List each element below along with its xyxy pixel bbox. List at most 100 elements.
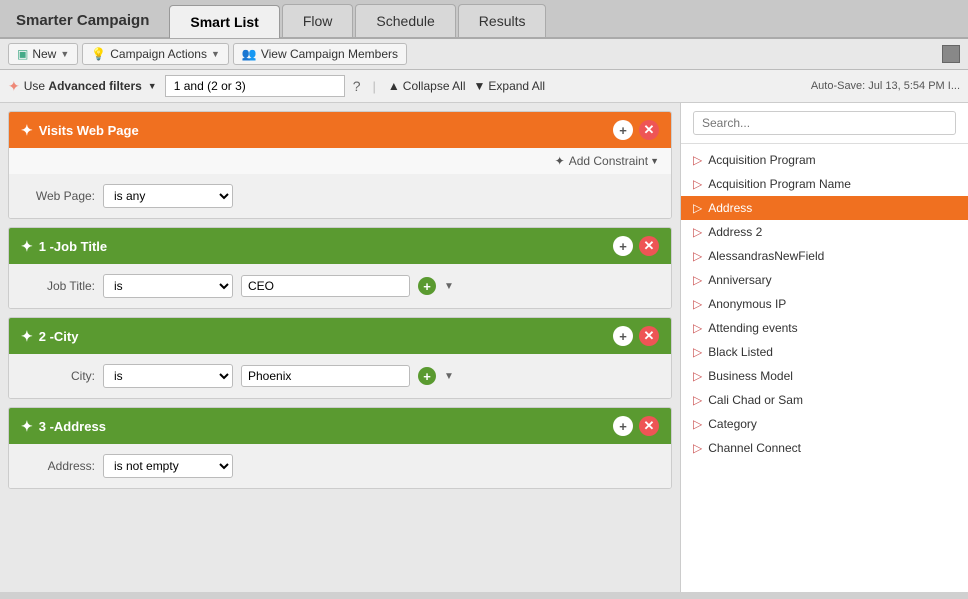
attr-icon: ▷ bbox=[693, 249, 702, 263]
tab-results[interactable]: Results bbox=[458, 4, 547, 37]
advanced-filters-toggle[interactable]: ✦ Use Advanced filters ▼ bbox=[8, 78, 157, 95]
address-title: Address bbox=[54, 419, 106, 434]
left-panel: ✦ Visits Web Page + ✕ ✦ Add Constraint ▼… bbox=[0, 103, 680, 592]
address-operator-select[interactable]: is not empty bbox=[103, 454, 233, 478]
attribute-label: Address bbox=[708, 201, 752, 215]
attribute-label: Acquisition Program Name bbox=[708, 177, 851, 191]
attr-icon: ▷ bbox=[693, 297, 702, 311]
city-body: City: is + ▼ bbox=[9, 354, 671, 398]
attribute-item-channel-connect[interactable]: ▷ Channel Connect bbox=[681, 436, 968, 460]
city-label: City: bbox=[25, 369, 95, 383]
job-title-icon: ✦ bbox=[21, 238, 33, 255]
campaign-actions-button[interactable]: 💡 Campaign Actions ▼ bbox=[82, 43, 229, 65]
attr-icon: ▷ bbox=[693, 321, 702, 335]
new-icon: ▣ bbox=[17, 47, 28, 61]
job-title-row: Job Title: is + ▼ bbox=[25, 274, 655, 298]
attr-icon: ▷ bbox=[693, 153, 702, 167]
expand-icon: ▼ bbox=[474, 79, 486, 93]
attribute-label: Address 2 bbox=[708, 225, 762, 239]
city-operator-select[interactable]: is bbox=[103, 364, 233, 388]
job-title-add-btn[interactable]: + bbox=[613, 236, 633, 256]
job-title-body: Job Title: is + ▼ bbox=[9, 264, 671, 308]
attr-icon: ▷ bbox=[693, 345, 702, 359]
city-add-value-btn[interactable]: + bbox=[418, 367, 436, 385]
visits-web-page-title: Visits Web Page bbox=[39, 123, 139, 138]
attribute-label: Category bbox=[708, 417, 757, 431]
filter-card-job-title: ✦ 1 - Job Title + ✕ Job Title: is + ▼ bbox=[8, 227, 672, 309]
attribute-label: Anniversary bbox=[708, 273, 771, 287]
search-box bbox=[681, 103, 968, 144]
filter-bar: ✦ Use Advanced filters ▼ ? | ▲ Collapse … bbox=[0, 70, 968, 103]
address-row: Address: is not empty bbox=[25, 454, 655, 478]
new-button[interactable]: ▣ New ▼ bbox=[8, 43, 78, 65]
autosave-label: Auto-Save: Jul 13, 5:54 PM I... bbox=[811, 80, 960, 92]
web-page-row: Web Page: is any bbox=[25, 184, 655, 208]
attribute-item-anonymous-ip[interactable]: ▷ Anonymous IP bbox=[681, 292, 968, 316]
attribute-item-address[interactable]: ▷ Address bbox=[681, 196, 968, 220]
tab-smart-list[interactable]: Smart List bbox=[169, 5, 279, 38]
job-title-close-btn[interactable]: ✕ bbox=[639, 236, 659, 256]
attribute-item-business-model[interactable]: ▷ Business Model bbox=[681, 364, 968, 388]
attribute-label: AlessandrasNewField bbox=[708, 249, 824, 263]
address-label: Address: bbox=[25, 459, 95, 473]
city-close-btn[interactable]: ✕ bbox=[639, 326, 659, 346]
attr-icon: ▷ bbox=[693, 417, 702, 431]
visits-web-page-close-btn[interactable]: ✕ bbox=[639, 120, 659, 140]
collapse-all-button[interactable]: ▲ Collapse All bbox=[388, 79, 466, 93]
attribute-list: ▷ Acquisition Program ▷ Acquisition Prog… bbox=[681, 144, 968, 464]
attribute-item-black-listed[interactable]: ▷ Black Listed bbox=[681, 340, 968, 364]
job-title-add-value-btn[interactable]: + bbox=[418, 277, 436, 295]
job-title-operator-select[interactable]: is bbox=[103, 274, 233, 298]
attribute-label: Anonymous IP bbox=[708, 297, 786, 311]
web-page-operator-select[interactable]: is any bbox=[103, 184, 233, 208]
filter-card-address: ✦ 3 - Address + ✕ Address: is not empty bbox=[8, 407, 672, 489]
attribute-item-anniversary[interactable]: ▷ Anniversary bbox=[681, 268, 968, 292]
address-icon: ✦ bbox=[21, 418, 33, 435]
app-title: Smarter Campaign bbox=[0, 4, 165, 37]
attr-icon: ▷ bbox=[693, 273, 702, 287]
attribute-item-acquisition-program-name[interactable]: ▷ Acquisition Program Name bbox=[681, 172, 968, 196]
view-members-button[interactable]: 👥 View Campaign Members bbox=[233, 43, 407, 65]
new-dropdown-arrow: ▼ bbox=[60, 49, 69, 59]
tab-flow[interactable]: Flow bbox=[282, 4, 354, 37]
advanced-filters-arrow: ▼ bbox=[148, 81, 157, 91]
web-page-label: Web Page: bbox=[25, 189, 95, 203]
address-number: 3 - bbox=[39, 419, 54, 434]
attribute-item-attending-events[interactable]: ▷ Attending events bbox=[681, 316, 968, 340]
city-value-arrow[interactable]: ▼ bbox=[444, 371, 454, 382]
advanced-filters-icon: ✦ bbox=[8, 78, 20, 95]
attribute-item-acquisition-program[interactable]: ▷ Acquisition Program bbox=[681, 148, 968, 172]
main-layout: ✦ Visits Web Page + ✕ ✦ Add Constraint ▼… bbox=[0, 103, 968, 592]
job-title-title: Job Title bbox=[54, 239, 107, 254]
expand-all-button[interactable]: ▼ Expand All bbox=[474, 79, 546, 93]
city-row: City: is + ▼ bbox=[25, 364, 655, 388]
right-panel: ▷ Acquisition Program ▷ Acquisition Prog… bbox=[680, 103, 968, 592]
toolbar-collapse-button[interactable] bbox=[942, 45, 960, 63]
job-title-value-arrow[interactable]: ▼ bbox=[444, 281, 454, 292]
filter-card-city: ✦ 2 - City + ✕ City: is + ▼ bbox=[8, 317, 672, 399]
attribute-item-category[interactable]: ▷ Category bbox=[681, 412, 968, 436]
attribute-item-alessandras-new-field[interactable]: ▷ AlessandrasNewField bbox=[681, 244, 968, 268]
attr-icon: ▷ bbox=[693, 393, 702, 407]
city-title: City bbox=[54, 329, 79, 344]
city-add-btn[interactable]: + bbox=[613, 326, 633, 346]
tab-schedule[interactable]: Schedule bbox=[355, 4, 455, 37]
attribute-item-address-2[interactable]: ▷ Address 2 bbox=[681, 220, 968, 244]
attr-icon: ▷ bbox=[693, 225, 702, 239]
add-constraint-button[interactable]: ✦ Add Constraint ▼ bbox=[9, 148, 671, 174]
address-close-btn[interactable]: ✕ bbox=[639, 416, 659, 436]
view-members-icon: 👥 bbox=[242, 47, 257, 61]
attribute-search-input[interactable] bbox=[693, 111, 956, 135]
attribute-item-cali-chad-or-sam[interactable]: ▷ Cali Chad or Sam bbox=[681, 388, 968, 412]
city-value-input[interactable] bbox=[241, 365, 410, 387]
visits-web-page-add-btn[interactable]: + bbox=[613, 120, 633, 140]
filter-logic-input[interactable] bbox=[165, 75, 345, 97]
attribute-label: Attending events bbox=[708, 321, 797, 335]
address-add-btn[interactable]: + bbox=[613, 416, 633, 436]
collapse-icon: ▲ bbox=[388, 79, 400, 93]
attr-icon: ▷ bbox=[693, 201, 702, 215]
job-title-value-input[interactable] bbox=[241, 275, 410, 297]
help-icon[interactable]: ? bbox=[353, 78, 361, 94]
campaign-actions-arrow: ▼ bbox=[211, 49, 220, 59]
attribute-label: Business Model bbox=[708, 369, 793, 383]
